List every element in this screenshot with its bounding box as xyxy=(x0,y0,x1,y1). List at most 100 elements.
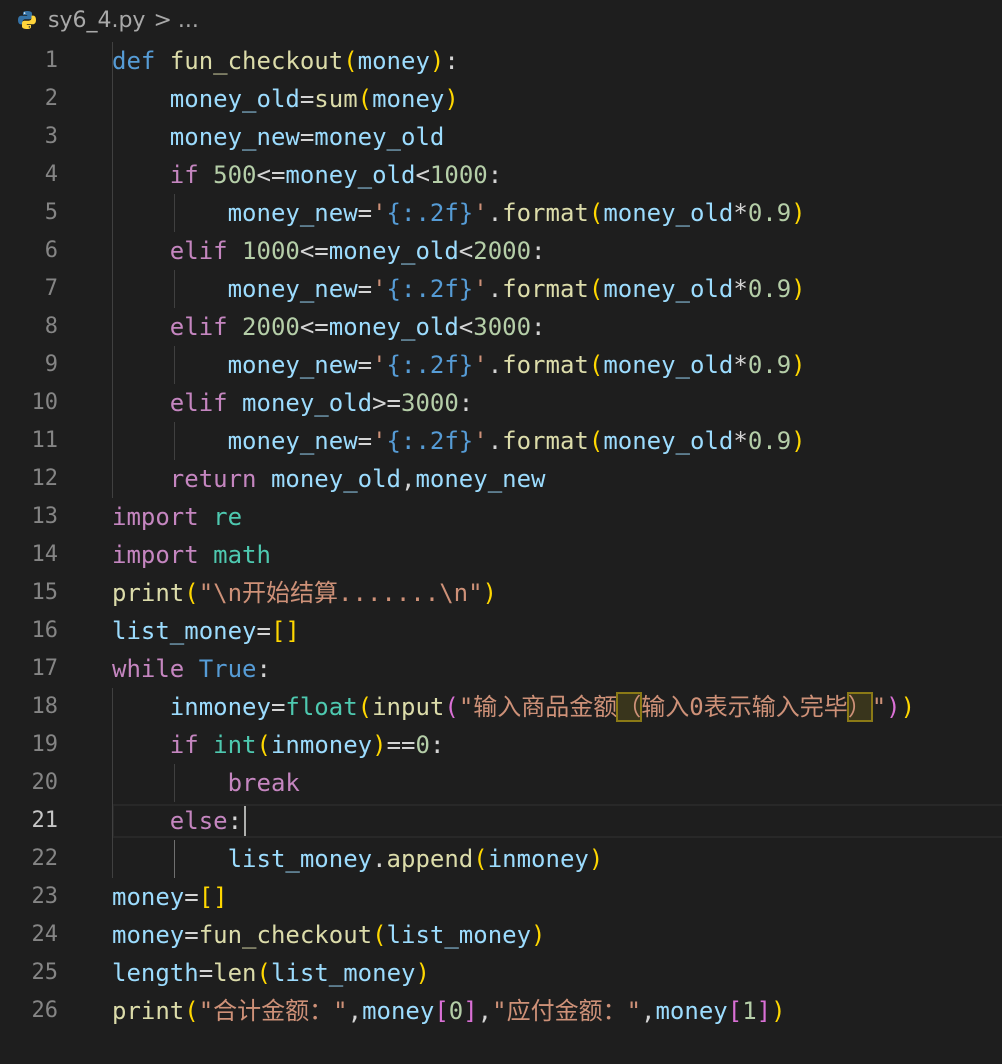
code-text: list_money=[] xyxy=(112,612,300,650)
code-line[interactable]: 26 print("合计金额：",money[0],"应付金额：",money[1… xyxy=(0,992,1002,1030)
code-token: "输入商品金额 xyxy=(458,693,618,721)
code-token: = xyxy=(256,617,271,645)
code-text: print("\n开始结算.......\n") xyxy=(112,574,497,612)
code-token: break xyxy=(227,769,300,797)
code-token: = xyxy=(357,199,373,227)
code-token: : xyxy=(531,313,546,341)
breadcrumb-symbols[interactable]: ... xyxy=(178,8,199,33)
code-line[interactable]: 15 print("\n开始结算.......\n") xyxy=(0,574,1002,612)
line-number: 21 xyxy=(31,808,59,833)
code-text: length=len(list_money) xyxy=(112,954,430,992)
code-editor[interactable]: 1 def fun_checkout(money): 2 money_old=sum… xyxy=(0,40,1002,1064)
code-line[interactable]: 9 money_new='{:.2f}'.format(money_old*0.… xyxy=(0,346,1002,384)
code-token: 2000 xyxy=(242,313,300,341)
code-token: money_new xyxy=(169,123,300,151)
code-text: def fun_checkout(money): xyxy=(112,42,459,80)
code-token: 1000 xyxy=(242,237,300,265)
code-line[interactable]: 5 money_new='{:.2f}'.format(money_old*0.… xyxy=(0,194,1002,232)
code-line[interactable]: 21 else: xyxy=(0,802,1002,840)
code-line[interactable]: 25 length=len(list_money) xyxy=(0,954,1002,992)
code-token: money_old xyxy=(603,199,734,227)
code-token: ) xyxy=(791,199,806,227)
line-number: 18 xyxy=(31,694,59,719)
code-token: money xyxy=(357,47,430,75)
code-token: * xyxy=(733,275,748,303)
code-token: [ xyxy=(727,997,743,1025)
code-token: ( xyxy=(184,579,199,607)
code-text: money_new='{:.2f}'.format(money_old*0.9) xyxy=(112,194,806,232)
code-line[interactable]: 7 money_new='{:.2f}'.format(money_old*0.… xyxy=(0,270,1002,308)
code-token: ) xyxy=(482,579,497,607)
code-line[interactable]: 18 inmoney=float(input("输入商品金额（输入0表示输入完毕… xyxy=(0,688,1002,726)
code-token: 1000 xyxy=(429,161,488,189)
code-token: money_old xyxy=(328,313,459,341)
code-token: {:.2f} xyxy=(386,427,474,455)
code-token: inmoney xyxy=(487,845,589,873)
code-line[interactable]: 23 money=[] xyxy=(0,878,1002,916)
code-line[interactable]: 19 if int(inmoney)==0: xyxy=(0,726,1002,764)
code-token: sum xyxy=(314,85,358,113)
code-token: "应付金额：" xyxy=(492,997,642,1025)
code-line[interactable]: 17 while True: xyxy=(0,650,1002,688)
code-token: ( xyxy=(343,47,358,75)
code-line[interactable]: 24 money=fun_checkout(list_money) xyxy=(0,916,1002,954)
code-token: format xyxy=(502,427,589,455)
code-line[interactable]: 8 elif 2000<=money_old<3000: xyxy=(0,308,1002,346)
indent-guide xyxy=(174,194,175,232)
line-number: 5 xyxy=(44,200,58,225)
code-line[interactable]: 20 break xyxy=(0,764,1002,802)
code-token: ( xyxy=(588,351,604,379)
code-line[interactable]: 10 elif money_old>=3000: xyxy=(0,384,1002,422)
code-line[interactable]: 16 list_money=[] xyxy=(0,612,1002,650)
code-text: elif 1000<=money_old<2000: xyxy=(112,232,546,270)
code-token: money_new xyxy=(227,275,358,303)
code-line[interactable]: 13 import re xyxy=(0,498,1002,536)
code-token: " xyxy=(871,693,887,721)
code-line[interactable]: 6 elif 1000<=money_old<2000: xyxy=(0,232,1002,270)
code-line[interactable]: 1 def fun_checkout(money): xyxy=(0,42,1002,80)
code-text: money=fun_checkout(list_money) xyxy=(112,916,546,954)
code-token: ' xyxy=(372,199,387,227)
code-line[interactable]: 14 import math xyxy=(0,536,1002,574)
code-token: format xyxy=(502,351,589,379)
line-number: 25 xyxy=(31,960,59,985)
code-token: money_old xyxy=(242,389,373,417)
code-token: inmoney xyxy=(270,731,373,759)
code-token: money_old xyxy=(270,465,401,493)
code-line[interactable]: 4 if 500<=money_old<1000: xyxy=(0,156,1002,194)
code-line[interactable]: 3 money_new=money_old xyxy=(0,118,1002,156)
code-text: import math xyxy=(112,536,271,574)
code-line[interactable]: 22 list_money.append(inmoney) xyxy=(0,840,1002,878)
code-token: 2000 xyxy=(473,237,532,265)
breadcrumb-file[interactable]: sy6_4.py xyxy=(48,8,145,33)
code-token: append xyxy=(386,845,474,873)
code-token: == xyxy=(386,731,416,759)
code-token: 0 xyxy=(415,731,430,759)
line-number: 24 xyxy=(31,922,59,947)
code-token: money xyxy=(655,997,728,1025)
line-number: 11 xyxy=(31,428,59,453)
code-line[interactable]: 11 money_new='{:.2f}'.format(money_old*0… xyxy=(0,422,1002,460)
code-token: ) xyxy=(791,427,806,455)
code-token: 0.9 xyxy=(747,427,792,455)
code-text: money=[] xyxy=(112,878,228,916)
code-token: ) xyxy=(791,275,806,303)
code-line[interactable]: 12 return money_old,money_new xyxy=(0,460,1002,498)
code-token: {:.2f} xyxy=(386,199,474,227)
code-token: fun_checkout xyxy=(169,47,344,75)
code-line[interactable]: 2 money_old=sum(money) xyxy=(0,80,1002,118)
line-number: 8 xyxy=(44,314,58,339)
code-token: * xyxy=(733,199,748,227)
code-token: . xyxy=(372,845,387,873)
code-token: fun_checkout xyxy=(198,921,373,949)
code-token: money_new xyxy=(227,427,358,455)
code-token: ( xyxy=(256,959,271,987)
indent-guide xyxy=(112,688,113,878)
